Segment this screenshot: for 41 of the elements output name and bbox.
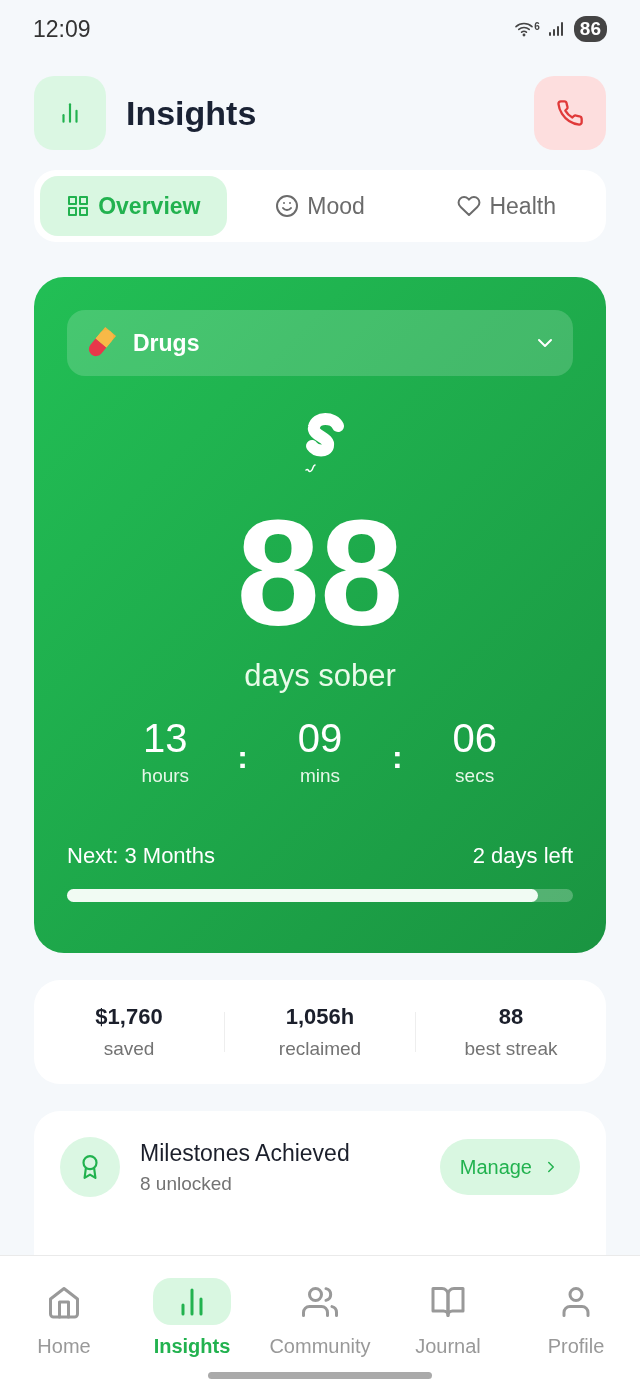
call-button[interactable] (534, 76, 606, 150)
stat-value: $1,760 (95, 1004, 163, 1030)
day-count: 88 (236, 498, 404, 648)
tab[interactable]: Overview (40, 176, 227, 236)
nav-item[interactable]: Profile (512, 1278, 640, 1358)
nav-item[interactable]: Community (256, 1278, 384, 1358)
stat-label: best streak (464, 1038, 558, 1060)
days-label: days sober (244, 658, 396, 694)
unlocked-count: 8 unlocked (140, 1172, 233, 1195)
stat-label: saved (103, 1038, 155, 1060)
battery-level: 86 (573, 16, 607, 42)
wifi-icon (514, 21, 535, 37)
milestones-title: Milestones Achieved (140, 1139, 351, 1167)
nav-item[interactable]: Journal (384, 1278, 512, 1358)
smile-icon (275, 194, 300, 218)
stat-value: 1,056h (285, 1004, 355, 1030)
grid-icon (66, 194, 91, 218)
stat-value: 88 (498, 1004, 524, 1030)
time-separator: : (237, 739, 248, 776)
next-milestone: Next: 3 Months (67, 843, 215, 869)
heart-icon (457, 194, 482, 218)
nav-item[interactable]: Home (0, 1278, 128, 1358)
nav-item[interactable]: Insights (128, 1278, 256, 1358)
category-dropdown[interactable]: Drugs (67, 310, 573, 376)
time-value: 06 (452, 716, 497, 761)
days-left: 2 days left (472, 843, 573, 869)
tab[interactable]: Health (413, 176, 600, 236)
page-title: Insights (126, 93, 258, 133)
time-unit: secs (455, 765, 495, 787)
time-value: 09 (297, 716, 343, 761)
manage-button[interactable]: Manage (439, 1139, 580, 1195)
stat-label: reclaimed (278, 1038, 362, 1060)
clock-time: 12:09 (33, 15, 91, 43)
time-separator: : (392, 739, 403, 776)
time-unit: hours (141, 765, 190, 787)
signal-icon (547, 21, 566, 37)
time-unit: mins (299, 765, 341, 787)
tab[interactable]: Mood (226, 176, 414, 236)
time-value: 13 (143, 716, 188, 761)
phone-icon (556, 99, 584, 127)
wifi-label: 6 (534, 21, 540, 32)
